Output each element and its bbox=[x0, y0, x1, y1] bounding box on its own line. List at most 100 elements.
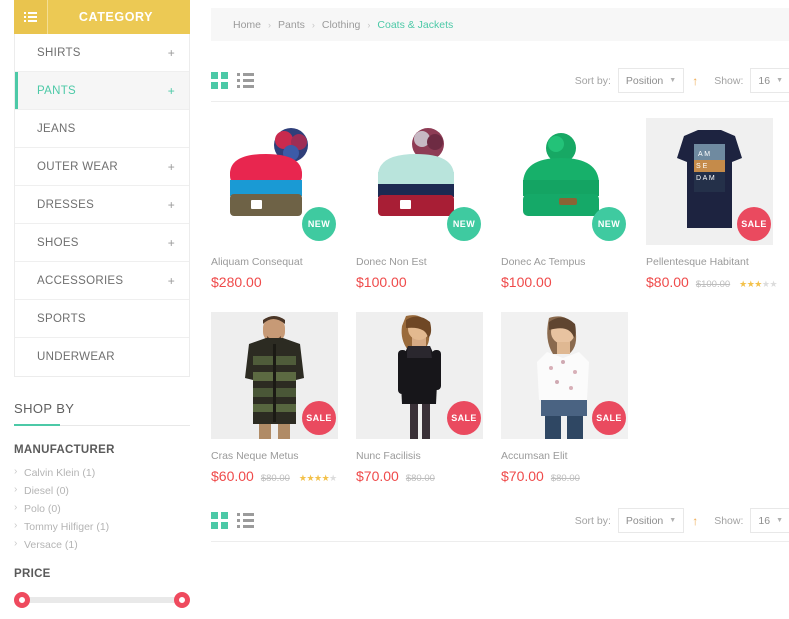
product-badge: SALE bbox=[737, 207, 771, 241]
product-card[interactable]: SALE Accumsan Elit $70.00 $80.00 bbox=[501, 312, 646, 484]
sort-direction-icon[interactable]: ↑ bbox=[692, 74, 698, 88]
manufacturer-list: Calvin Klein (1) Diesel (0) Polo (0) Tom… bbox=[14, 464, 190, 554]
product-image[interactable]: NEW bbox=[501, 118, 628, 245]
shop-by-panel: SHOP BY MANUFACTURER Calvin Klein (1) Di… bbox=[14, 401, 190, 619]
product-name[interactable]: Aliquam Consequat bbox=[211, 256, 356, 269]
product-name[interactable]: Donec Ac Tempus bbox=[501, 256, 646, 269]
product-price: $80.00 bbox=[646, 274, 689, 290]
product-card[interactable]: NEW Aliquam Consequat $280.00 bbox=[211, 118, 356, 290]
product-image[interactable]: SALE bbox=[211, 312, 338, 439]
menu-lines-svg bbox=[24, 12, 37, 22]
product-image[interactable]: NEW bbox=[211, 118, 338, 245]
product-name[interactable]: Accumsan Elit bbox=[501, 450, 646, 463]
view-mode-switch bbox=[211, 72, 254, 89]
svg-text:D A M: D A M bbox=[696, 175, 715, 182]
product-badge: SALE bbox=[447, 401, 481, 435]
sidebar-item-sports[interactable]: SPORTS bbox=[15, 300, 189, 338]
product-card[interactable]: SALE Nunc Facilisis $70.00 $80.00 bbox=[356, 312, 501, 484]
expand-icon[interactable]: + bbox=[168, 236, 175, 250]
breadcrumb-item-current: Coats & Jackets bbox=[377, 18, 454, 31]
sidebar-item-shirts[interactable]: SHIRTS + bbox=[15, 34, 189, 72]
sort-by-select[interactable]: Position ▼ bbox=[617, 68, 685, 93]
breadcrumb-separator: › bbox=[311, 19, 315, 30]
price-filter: PRICE -- SEARCH bbox=[14, 568, 190, 619]
product-card[interactable]: NEW Donec Non Est $100.00 bbox=[356, 118, 501, 290]
expand-icon[interactable]: + bbox=[168, 198, 175, 212]
expand-icon[interactable]: + bbox=[168, 274, 175, 288]
product-name[interactable]: Donec Non Est bbox=[356, 256, 501, 269]
list-view-icon[interactable] bbox=[237, 513, 254, 528]
sidebar-item-dresses[interactable]: DRESSES + bbox=[15, 186, 189, 224]
grid-view-icon[interactable] bbox=[211, 512, 228, 529]
show-count-select[interactable]: 16 ▼ bbox=[750, 508, 789, 533]
list-item[interactable]: Tommy Hilfiger (1) bbox=[14, 518, 190, 536]
price-heading: PRICE bbox=[14, 568, 51, 580]
sidebar-item-outer-wear[interactable]: OUTER WEAR + bbox=[15, 148, 189, 186]
breadcrumb-separator: › bbox=[268, 19, 272, 30]
product-price: $280.00 bbox=[211, 274, 262, 290]
list-item[interactable]: Polo (0) bbox=[14, 500, 190, 518]
sidebar-item-underwear[interactable]: UNDERWEAR bbox=[15, 338, 189, 376]
sidebar-item-label: DRESSES bbox=[37, 198, 95, 211]
sidebar-item-accessories[interactable]: ACCESSORIES + bbox=[15, 262, 189, 300]
list-item[interactable]: Diesel (0) bbox=[14, 482, 190, 500]
sidebar-item-label: PANTS bbox=[37, 84, 76, 97]
breadcrumb-item-pants[interactable]: Pants bbox=[278, 19, 305, 31]
toolbar-controls: Sort by: Position ▼ ↑ Show: 16 ▼ bbox=[575, 508, 789, 533]
list-view-icon[interactable] bbox=[237, 73, 254, 88]
grid-cell bbox=[221, 82, 228, 89]
sort-by-label: Sort by: bbox=[574, 514, 611, 527]
product-price-row: $80.00 $100.00 ★★★★★ bbox=[646, 274, 789, 290]
product-image[interactable]: A M S E D A M SALE bbox=[646, 118, 773, 245]
product-name[interactable]: Cras Neque Metus bbox=[211, 450, 356, 463]
sidebar-item-shoes[interactable]: SHOES + bbox=[15, 224, 189, 262]
category-header: CATEGORY bbox=[14, 0, 190, 34]
breadcrumb-item-clothing[interactable]: Clothing bbox=[322, 19, 361, 31]
slider-handle-min[interactable] bbox=[14, 592, 30, 608]
product-card[interactable]: SALE Cras Neque Metus $60.00 $80.00 ★★★★… bbox=[211, 312, 356, 484]
expand-icon[interactable]: + bbox=[168, 46, 175, 60]
product-badge: NEW bbox=[302, 207, 336, 241]
list-row bbox=[237, 73, 254, 76]
sidebar-item-pants[interactable]: PANTS + bbox=[15, 72, 189, 110]
product-badge: NEW bbox=[447, 207, 481, 241]
expand-icon[interactable]: + bbox=[168, 160, 175, 174]
sort-direction-icon[interactable]: ↑ bbox=[692, 514, 698, 528]
list-item[interactable]: Calvin Klein (1) bbox=[14, 464, 190, 482]
breadcrumb: Home › Pants › Clothing › Coats & Jacket… bbox=[211, 8, 789, 41]
product-old-price: $80.00 bbox=[260, 473, 290, 484]
sidebar-item-jeans[interactable]: JEANS bbox=[15, 110, 189, 148]
product-image[interactable]: SALE bbox=[501, 312, 628, 439]
product-image[interactable]: SALE bbox=[356, 312, 483, 439]
product-image[interactable]: NEW bbox=[356, 118, 483, 245]
slider-handle-max[interactable] bbox=[174, 592, 190, 608]
product-name[interactable]: Pellentesque Habitant bbox=[646, 256, 789, 269]
grid-view-icon[interactable] bbox=[211, 72, 228, 89]
show-count-select[interactable]: 16 ▼ bbox=[750, 68, 789, 93]
list-item[interactable]: Versace (1) bbox=[14, 536, 190, 554]
chevron-down-icon: ▼ bbox=[669, 77, 677, 84]
category-title: CATEGORY bbox=[78, 10, 154, 24]
category-list: SHIRTS + PANTS + JEANS OUTER WEAR + DRES… bbox=[14, 34, 190, 377]
sidebar-item-label: JEANS bbox=[37, 122, 76, 135]
list-row bbox=[237, 513, 254, 516]
product-name[interactable]: Nunc Facilisis bbox=[356, 450, 501, 463]
toolbar-top: Sort by: Position ▼ ↑ Show: 16 ▼ bbox=[211, 60, 789, 102]
breadcrumb-item-home[interactable]: Home bbox=[233, 19, 261, 31]
breadcrumb-separator: › bbox=[367, 19, 371, 30]
sidebar-item-label: OUTER WEAR bbox=[37, 160, 118, 173]
product-card[interactable]: NEW Donec Ac Tempus $100.00 bbox=[501, 118, 646, 290]
sort-by-select[interactable]: Position ▼ bbox=[617, 508, 685, 533]
chevron-down-icon: ▼ bbox=[776, 517, 783, 524]
product-rating: ★★★★★ bbox=[739, 279, 778, 289]
product-grid-row: SALE Cras Neque Metus $60.00 $80.00 ★★★★… bbox=[211, 312, 789, 484]
price-range-slider[interactable] bbox=[14, 590, 190, 610]
list-menu-icon[interactable] bbox=[14, 0, 48, 34]
product-price-row: $100.00 bbox=[356, 274, 501, 290]
manufacturer-filter: MANUFACTURER Calvin Klein (1) Diesel (0)… bbox=[14, 444, 190, 554]
sidebar-item-label: SPORTS bbox=[37, 312, 86, 325]
expand-icon[interactable]: + bbox=[168, 84, 175, 98]
product-price: $100.00 bbox=[356, 274, 407, 290]
main-content: Home › Pants › Clothing › Coats & Jacket… bbox=[200, 0, 789, 619]
product-card[interactable]: A M S E D A M SALE Pellentesque Habitant… bbox=[646, 118, 789, 290]
